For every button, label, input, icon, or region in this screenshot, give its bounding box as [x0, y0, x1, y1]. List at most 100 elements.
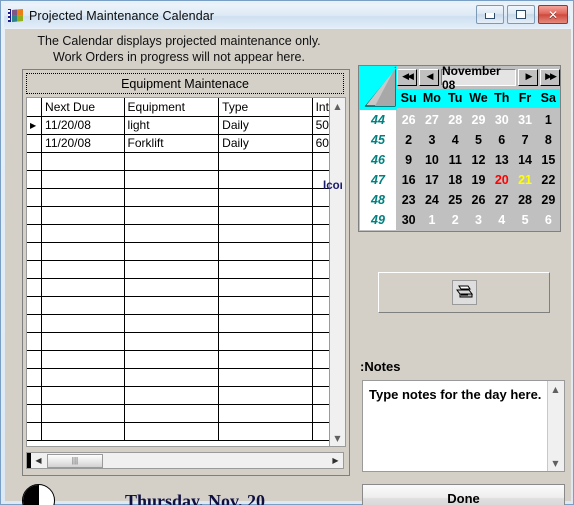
- column-header-type[interactable]: Type: [218, 98, 313, 117]
- minimize-button[interactable]: [476, 5, 504, 24]
- cell-type[interactable]: [218, 278, 313, 297]
- calendar-day-cell[interactable]: 2: [444, 210, 467, 230]
- cell-next-due[interactable]: 11/20/08: [41, 116, 125, 135]
- cell-equipment[interactable]: [124, 404, 220, 423]
- month-label[interactable]: November 08: [441, 64, 516, 92]
- cell-next-due[interactable]: [41, 188, 125, 207]
- table-row[interactable]: [27, 242, 343, 261]
- cell-equipment[interactable]: [124, 260, 220, 279]
- cell-type[interactable]: [218, 170, 313, 189]
- grid-horizontal-scrollbar[interactable]: ◀ ||| ▶: [26, 452, 344, 469]
- table-row[interactable]: [27, 350, 343, 369]
- calendar-day-cell[interactable]: 18: [444, 170, 467, 190]
- row-selector-cell[interactable]: [27, 350, 43, 369]
- table-row[interactable]: [27, 278, 343, 297]
- cell-type[interactable]: [218, 350, 313, 369]
- calendar-day-cell[interactable]: 15: [537, 150, 560, 170]
- notes-scrollbar[interactable]: ▲ ▼: [547, 381, 564, 471]
- done-button[interactable]: Done: [362, 484, 565, 505]
- calendar-day-cell[interactable]: 5: [467, 130, 490, 150]
- month-calendar[interactable]: ◀◀ ◀ November 08 ▶ ▶▶ Su Mo Tu We Th Fr Sa 44 4…: [358, 64, 561, 232]
- title-bar[interactable]: Projected Maintenance Calendar ✕: [4, 4, 570, 28]
- calendar-day-cell[interactable]: 21: [513, 170, 536, 190]
- row-selector-cell[interactable]: [27, 332, 43, 351]
- cell-equipment[interactable]: [124, 152, 220, 171]
- cell-next-due[interactable]: [41, 350, 125, 369]
- calendar-day-cell[interactable]: 4: [490, 210, 513, 230]
- table-row[interactable]: [27, 188, 343, 207]
- cell-next-due[interactable]: [41, 152, 125, 171]
- calendar-day-cell[interactable]: 29: [467, 110, 490, 130]
- table-row[interactable]: [27, 296, 343, 315]
- table-row[interactable]: ▶ 11/20/08 light Daily 502: [27, 116, 343, 135]
- prev-month-button[interactable]: ◀: [419, 69, 439, 86]
- calendar-day-cell[interactable]: 26: [467, 190, 490, 210]
- cell-next-due[interactable]: [41, 314, 125, 333]
- calendar-day-cell[interactable]: 13: [490, 150, 513, 170]
- cell-type[interactable]: [218, 404, 313, 423]
- cell-type[interactable]: [218, 206, 313, 225]
- cell-type[interactable]: [218, 224, 313, 243]
- table-row[interactable]: [27, 170, 343, 189]
- row-selector-cell[interactable]: [27, 368, 43, 387]
- cell-equipment[interactable]: [124, 368, 220, 387]
- calendar-day-cell[interactable]: 9: [397, 150, 420, 170]
- calendar-day-cell[interactable]: 1: [537, 110, 560, 130]
- scroll-right-icon[interactable]: ▶: [328, 453, 343, 468]
- calendar-day-cell[interactable]: 27: [490, 190, 513, 210]
- calendar-day-cell[interactable]: 25: [444, 190, 467, 210]
- calendar-day-cell[interactable]: 30: [397, 210, 420, 230]
- row-selector-cell[interactable]: [27, 260, 43, 279]
- row-selector-cell[interactable]: [27, 278, 43, 297]
- calendar-day-cell[interactable]: 3: [420, 130, 443, 150]
- calendar-day-grid[interactable]: 26 27 28 29 30 31 1 2 3 4 5 6 7 8 9 10 11 12 13 14 15 16 17 18 1…: [397, 110, 560, 230]
- calendar-day-cell[interactable]: 16: [397, 170, 420, 190]
- row-selector-cell[interactable]: [27, 404, 43, 423]
- cell-equipment[interactable]: [124, 332, 220, 351]
- cell-equipment[interactable]: [124, 206, 220, 225]
- cell-next-due[interactable]: [41, 422, 125, 441]
- cell-equipment[interactable]: Forklift: [124, 134, 220, 153]
- cell-type[interactable]: [218, 296, 313, 315]
- notes-input[interactable]: [367, 384, 547, 468]
- cell-next-due[interactable]: [41, 296, 125, 315]
- calendar-day-cell[interactable]: 12: [467, 150, 490, 170]
- calendar-day-cell[interactable]: 22: [537, 170, 560, 190]
- row-selector-cell[interactable]: [27, 224, 43, 243]
- cell-next-due[interactable]: [41, 404, 125, 423]
- calendar-day-cell[interactable]: 28: [513, 190, 536, 210]
- table-row[interactable]: [27, 332, 343, 351]
- notes-scroll-down-icon[interactable]: ▼: [548, 455, 563, 471]
- cell-next-due[interactable]: [41, 224, 125, 243]
- table-row[interactable]: [27, 404, 343, 423]
- table-row[interactable]: [27, 152, 343, 171]
- tab-equipment-maintenance[interactable]: Equipment Maintenace: [26, 73, 344, 94]
- notes-scroll-up-icon[interactable]: ▲: [548, 381, 563, 397]
- table-row[interactable]: [27, 224, 343, 243]
- calendar-day-cell[interactable]: 6: [537, 210, 560, 230]
- grid-vertical-scrollbar[interactable]: ▲ ▼: [329, 97, 346, 447]
- cell-equipment[interactable]: light: [124, 116, 220, 135]
- maintenance-grid[interactable]: Next Due Equipment Type Inte ▶ 11/20/08 li…: [26, 97, 344, 447]
- cell-type[interactable]: [218, 152, 313, 171]
- row-selector-cell[interactable]: [27, 206, 43, 225]
- table-row[interactable]: [27, 368, 343, 387]
- cell-type[interactable]: [218, 188, 313, 207]
- cell-next-due[interactable]: [41, 386, 125, 405]
- calendar-day-cell[interactable]: 17: [420, 170, 443, 190]
- table-row[interactable]: [27, 422, 343, 441]
- cell-next-due[interactable]: [41, 242, 125, 261]
- cell-equipment[interactable]: [124, 422, 220, 441]
- cell-equipment[interactable]: [124, 296, 220, 315]
- cell-type[interactable]: [218, 386, 313, 405]
- close-button[interactable]: ✕: [538, 5, 568, 24]
- cell-type[interactable]: Daily: [218, 134, 313, 153]
- row-selector-cell[interactable]: [27, 296, 43, 315]
- cell-type[interactable]: [218, 422, 313, 441]
- calendar-day-cell[interactable]: 8: [537, 130, 560, 150]
- row-selector-cell[interactable]: [27, 188, 43, 207]
- table-row[interactable]: [27, 260, 343, 279]
- row-selector-cell[interactable]: [27, 152, 43, 171]
- column-header-equipment[interactable]: Equipment: [124, 98, 220, 117]
- row-selector-cell[interactable]: [27, 242, 43, 261]
